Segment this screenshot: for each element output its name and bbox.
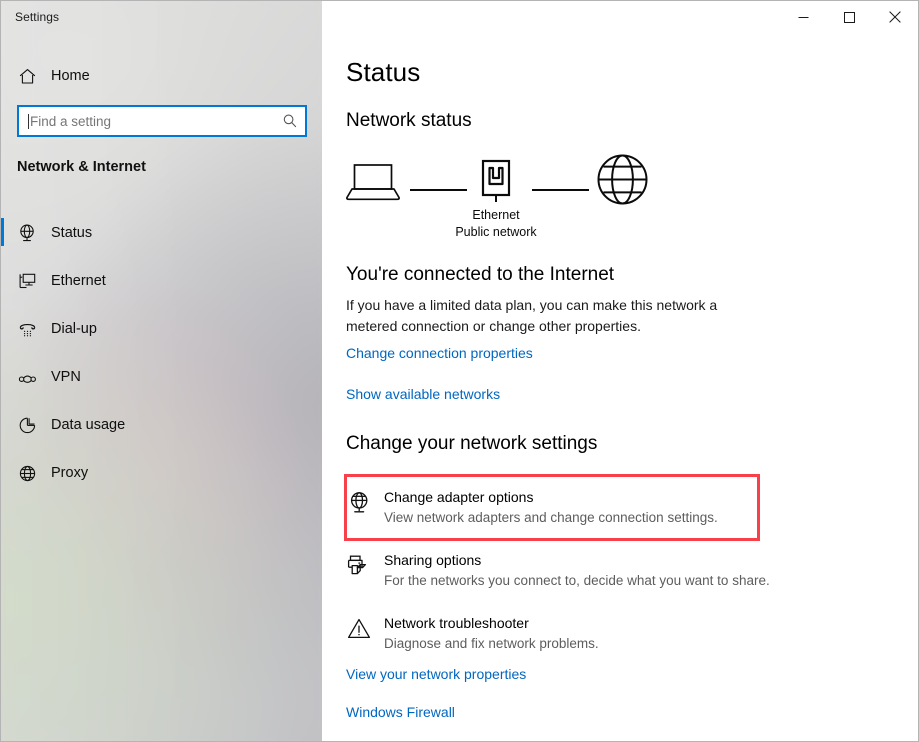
sidebar-item-dial-up[interactable]: Dial-up <box>1 305 322 353</box>
sidebar-item-dial-up-label: Dial-up <box>51 321 97 337</box>
search-placeholder: Find a setting <box>30 113 112 129</box>
search-icon[interactable] <box>275 107 305 135</box>
pie-chart-icon <box>7 415 47 436</box>
laptop-icon <box>346 157 402 208</box>
sidebar-item-proxy-label: Proxy <box>51 465 89 481</box>
option-text-block: Network troubleshooter Diagnose and fix … <box>384 613 599 654</box>
ethernet-icon <box>7 271 47 292</box>
settings-window: Settings Home Find a setting Network & I… <box>0 0 919 742</box>
maximize-button[interactable] <box>826 1 872 33</box>
selected-indicator <box>1 314 4 342</box>
close-button[interactable] <box>872 1 918 33</box>
diagram-caption-line2: Public network <box>455 225 537 239</box>
dialup-phone-icon <box>7 319 47 340</box>
home-icon <box>7 67 47 86</box>
window-title: Settings <box>15 10 60 24</box>
diagram-link-left <box>410 189 467 191</box>
vpn-icon <box>7 367 47 388</box>
network-status-icon <box>7 223 47 244</box>
globe-icon <box>7 463 47 484</box>
option-title: Sharing options <box>384 552 482 568</box>
option-title: Network troubleshooter <box>384 615 529 631</box>
sidebar-item-status-label: Status <box>51 225 93 241</box>
option-subtitle: View network adapters and change connect… <box>384 510 718 525</box>
sidebar-item-status[interactable]: Status <box>1 209 322 257</box>
sidebar-item-vpn-label: VPN <box>51 369 81 385</box>
sidebar-item-home-label: Home <box>51 68 90 84</box>
option-subtitle: For the networks you connect to, decide … <box>384 573 770 588</box>
link-view-network-properties[interactable]: View your network properties <box>346 666 526 682</box>
sidebar-item-data-usage-label: Data usage <box>51 417 126 433</box>
network-diagram: Ethernet Public network <box>346 154 676 247</box>
connection-heading: You're connected to the Internet <box>346 264 615 285</box>
sidebar-item-data-usage[interactable]: Data usage <box>1 401 322 449</box>
globe-icon <box>594 151 651 213</box>
option-subtitle: Diagnose and fix network problems. <box>384 636 599 651</box>
selected-indicator <box>1 410 4 438</box>
option-text-block: Change adapter options View network adap… <box>384 487 718 528</box>
sidebar-item-vpn[interactable]: VPN <box>1 353 322 401</box>
link-show-available-networks[interactable]: Show available networks <box>346 386 500 402</box>
option-network-troubleshooter[interactable]: Network troubleshooter Diagnose and fix … <box>346 613 766 654</box>
change-network-settings-heading: Change your network settings <box>346 433 598 454</box>
search-text-caret <box>28 113 29 129</box>
sidebar: Settings Home Find a setting Network & I… <box>1 1 322 741</box>
minimize-button[interactable] <box>780 1 826 33</box>
network-status-heading: Network status <box>346 110 472 131</box>
search-input[interactable]: Find a setting <box>17 105 307 137</box>
diagram-caption-line1: Ethernet <box>472 208 520 222</box>
option-change-adapter-options[interactable]: Change adapter options View network adap… <box>346 487 766 528</box>
selected-indicator <box>1 362 4 390</box>
warning-triangle-icon <box>346 613 384 642</box>
sharing-printer-folder-icon <box>346 550 384 579</box>
diagram-link-right <box>532 189 589 191</box>
selected-indicator <box>1 218 4 246</box>
sidebar-item-proxy[interactable]: Proxy <box>1 449 322 497</box>
sidebar-group-title: Network & Internet <box>17 159 146 175</box>
selected-indicator <box>1 458 4 486</box>
sidebar-nav: Status Ethernet Dial-up VPN Data usage P… <box>1 209 322 497</box>
option-sharing-options[interactable]: Sharing options For the networks you con… <box>346 550 770 591</box>
main-content: Status Network status Ethernet Public ne… <box>322 1 918 741</box>
window-caption-buttons <box>780 1 918 33</box>
ethernet-port-icon <box>474 157 518 212</box>
adapter-globe-icon <box>346 487 384 516</box>
sidebar-item-home[interactable]: Home <box>1 61 322 91</box>
connection-description: If you have a limited data plan, you can… <box>346 297 718 334</box>
sidebar-item-ethernet[interactable]: Ethernet <box>1 257 322 305</box>
diagram-caption: Ethernet Public network <box>416 207 576 241</box>
option-title: Change adapter options <box>384 489 534 505</box>
option-text-block: Sharing options For the networks you con… <box>384 550 770 591</box>
sidebar-item-ethernet-label: Ethernet <box>51 273 106 289</box>
page-title: Status <box>346 57 421 87</box>
link-windows-firewall[interactable]: Windows Firewall <box>346 704 455 720</box>
selected-indicator <box>1 266 4 294</box>
link-change-connection-properties[interactable]: Change connection properties <box>346 345 533 361</box>
